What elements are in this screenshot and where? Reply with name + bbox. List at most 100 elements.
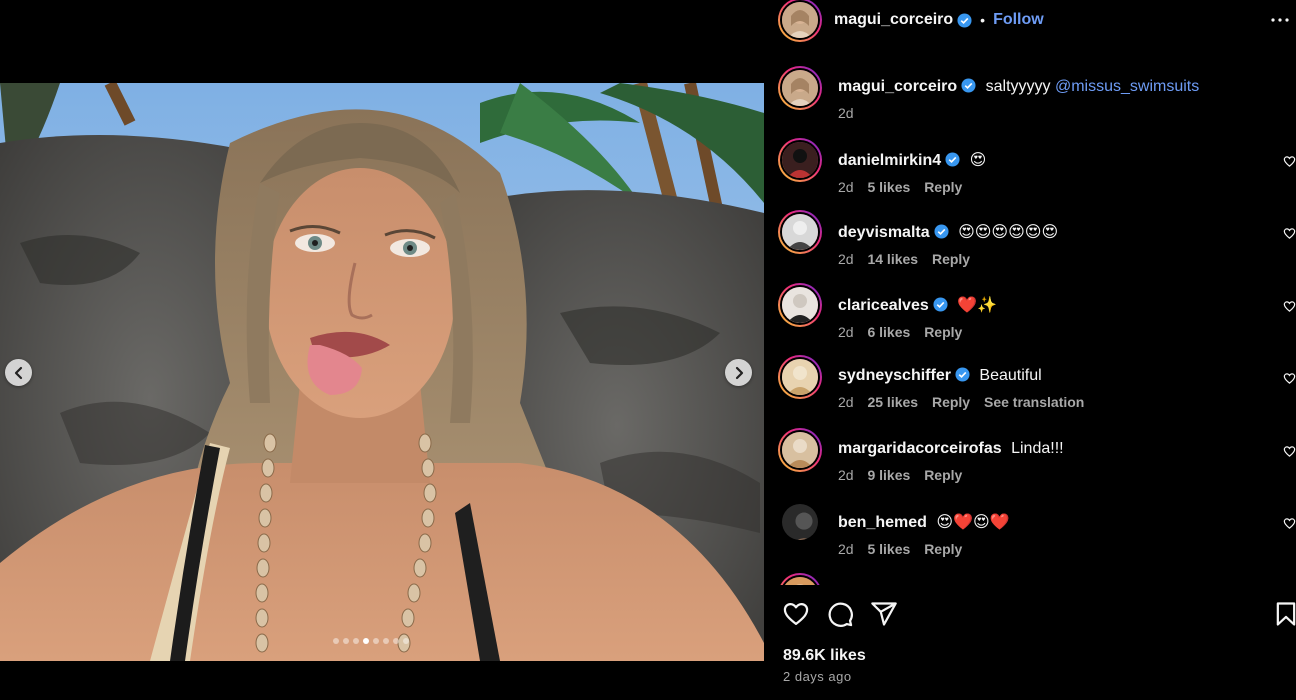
post-photo[interactable]	[0, 83, 764, 661]
comment-time[interactable]: 2d	[838, 324, 854, 340]
comment-time[interactable]: 2d	[838, 251, 854, 267]
carousel-dot	[333, 638, 339, 644]
caption-mention-link[interactable]: @missus_swimsuits	[1055, 78, 1199, 95]
heart-icon	[1283, 446, 1296, 457]
carousel-dot	[403, 638, 409, 644]
comment-button[interactable]	[826, 600, 854, 633]
commenter-username[interactable]: ben_hemed	[838, 514, 927, 531]
reply-button[interactable]: Reply	[924, 324, 962, 340]
comment-time[interactable]: 2d	[838, 541, 854, 557]
share-icon	[871, 602, 897, 626]
verified-badge-icon	[945, 152, 960, 167]
commenter-username[interactable]: danielmirkin4	[838, 152, 941, 169]
comment-time[interactable]: 2d	[838, 179, 854, 195]
commenter-avatar[interactable]	[778, 210, 822, 254]
carousel-dot	[343, 638, 349, 644]
reply-button[interactable]: Reply	[924, 467, 962, 483]
verified-badge-icon	[933, 297, 948, 312]
reply-button[interactable]: Reply	[932, 251, 970, 267]
comment-like-button[interactable]	[1283, 227, 1296, 245]
post-media-pane	[0, 0, 764, 700]
caption-time[interactable]: 2d	[838, 105, 854, 121]
commenter-avatar[interactable]	[778, 138, 822, 182]
comment-text: Linda!!!	[1011, 440, 1064, 457]
commenter-avatar[interactable]	[778, 283, 822, 327]
comment-likes[interactable]: 5 likes	[867, 179, 910, 195]
avatar-image	[782, 504, 818, 540]
commenter-avatar[interactable]	[778, 428, 822, 472]
carousel-dot	[393, 638, 399, 644]
avatar-image	[782, 577, 818, 585]
avatar-image	[782, 287, 818, 323]
author-avatar[interactable]	[778, 0, 822, 42]
heart-icon	[1283, 156, 1296, 167]
comment-like-button[interactable]	[1283, 517, 1296, 535]
like-button[interactable]	[782, 600, 810, 633]
carousel-dot	[373, 638, 379, 644]
comment-text: 😍😍😍😍😍😍	[958, 224, 1059, 241]
avatar-image	[782, 359, 818, 395]
post-timestamp[interactable]: 2 days ago	[783, 669, 852, 684]
post-side-pane: magui_corceiro • Follow magui_corceiro s…	[764, 0, 1296, 700]
verified-badge-icon	[957, 12, 972, 28]
likes-count[interactable]: 89.6K likes	[783, 647, 866, 665]
chevron-left-icon	[14, 366, 22, 379]
see-translation-button[interactable]: See translation	[984, 394, 1084, 410]
commenter-username[interactable]: claricealves	[838, 297, 929, 314]
caption-username[interactable]: magui_corceiro	[838, 78, 957, 95]
avatar-image	[782, 70, 818, 106]
verified-badge-icon	[934, 224, 949, 239]
avatar-image	[782, 142, 818, 178]
comment-text: 😍	[969, 152, 987, 169]
carousel-dot	[383, 638, 389, 644]
commenter-username[interactable]: margaridacorceirofas	[838, 440, 1002, 457]
carousel-dot	[353, 638, 359, 644]
verified-badge-icon	[955, 367, 970, 382]
reply-button[interactable]: Reply	[924, 541, 962, 557]
commenter-avatar[interactable]	[778, 500, 822, 544]
comments-list[interactable]: magui_corceiro saltyyyyy @missus_swimsui…	[764, 60, 1296, 585]
reply-button[interactable]: Reply	[932, 394, 970, 410]
commenter-username[interactable]: deyvismalta	[838, 224, 930, 241]
comment-icon	[828, 602, 853, 627]
heart-icon	[1283, 228, 1296, 239]
chevron-right-icon	[735, 366, 743, 379]
comment-like-button[interactable]	[1283, 155, 1296, 173]
comment-like-button[interactable]	[1283, 300, 1296, 318]
header-separator: •	[980, 12, 986, 28]
avatar-image	[782, 214, 818, 250]
comment-likes[interactable]: 14 likes	[867, 251, 918, 267]
carousel-prev-button[interactable]	[5, 359, 32, 386]
follow-button[interactable]: Follow	[993, 11, 1044, 29]
comment-likes[interactable]: 5 likes	[867, 541, 910, 557]
commenter-avatar[interactable]	[778, 355, 822, 399]
avatar-image	[782, 432, 818, 468]
save-button[interactable]	[1272, 600, 1296, 633]
bookmark-icon	[1276, 602, 1296, 626]
comment-time[interactable]: 2d	[838, 394, 854, 410]
share-button[interactable]	[870, 600, 898, 633]
carousel-indicator	[333, 638, 409, 644]
more-horizontal-icon	[1271, 18, 1289, 22]
comment-time[interactable]: 2d	[838, 467, 854, 483]
heart-icon	[1283, 518, 1296, 529]
heart-icon	[1283, 301, 1296, 312]
comment-likes[interactable]: 25 likes	[867, 394, 918, 410]
reply-button[interactable]: Reply	[924, 179, 962, 195]
commenter-avatar[interactable]	[778, 573, 822, 585]
comment-like-button[interactable]	[1283, 445, 1296, 463]
verified-badge-icon	[961, 78, 976, 93]
caption-avatar[interactable]	[778, 66, 822, 110]
more-options-button[interactable]	[1268, 8, 1292, 37]
heart-icon	[1283, 373, 1296, 384]
comment-likes[interactable]: 9 likes	[867, 467, 910, 483]
comment-text: Beautiful	[979, 367, 1042, 384]
carousel-next-button[interactable]	[725, 359, 752, 386]
commenter-username[interactable]: sydneyschiffer	[838, 367, 951, 384]
caption-text: saltyyyyy	[985, 78, 1051, 95]
author-username[interactable]: magui_corceiro	[834, 11, 953, 29]
carousel-dot	[363, 638, 369, 644]
comment-like-button[interactable]	[1283, 372, 1296, 390]
comment-likes[interactable]: 6 likes	[867, 324, 910, 340]
photo-illustration	[0, 83, 764, 661]
